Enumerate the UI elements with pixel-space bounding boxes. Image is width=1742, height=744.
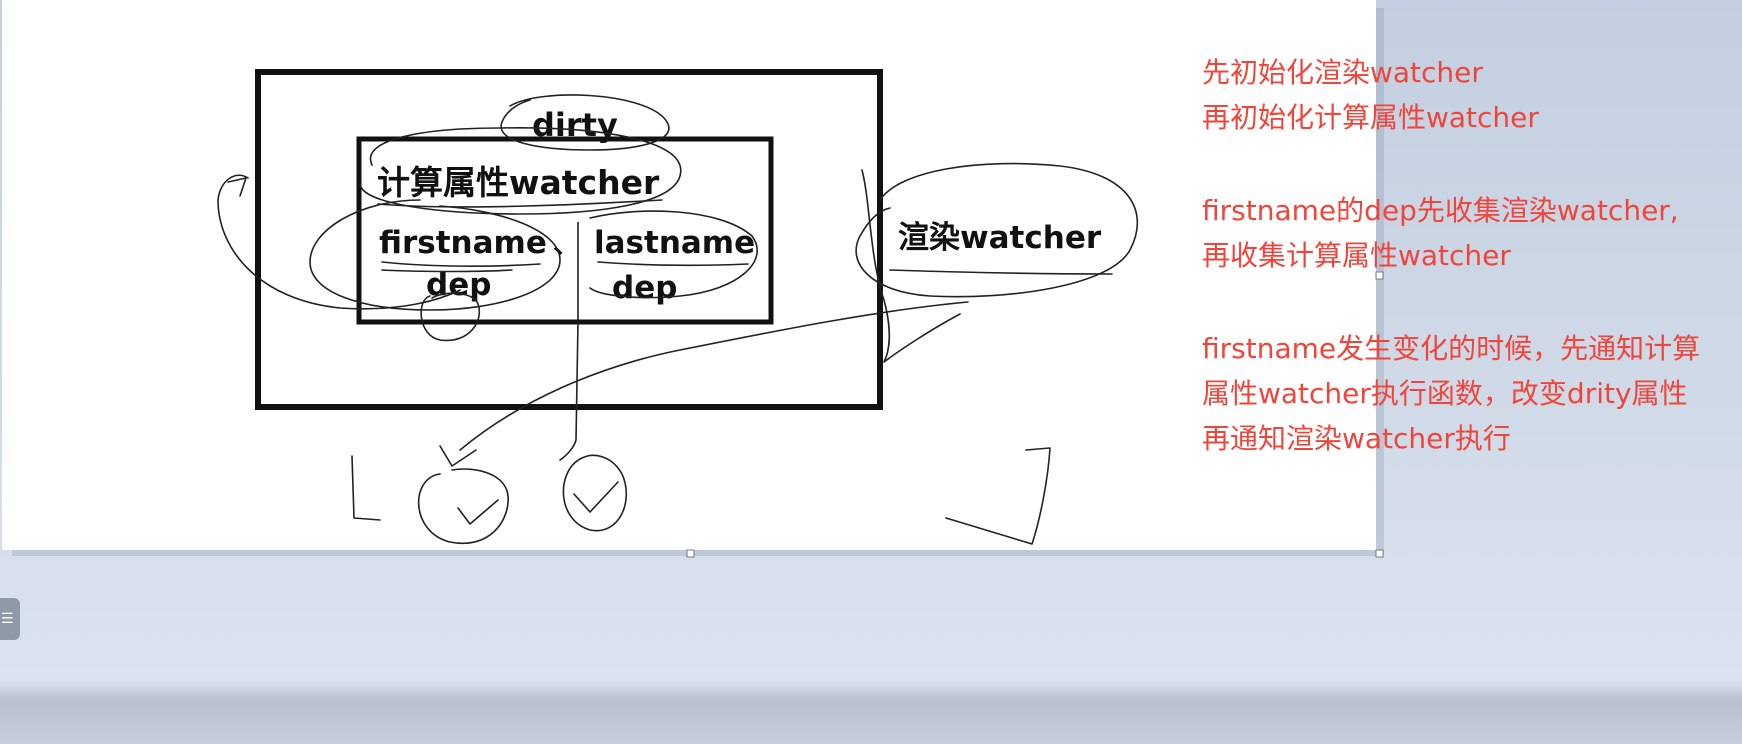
- render-watcher-label: 渲染watcher: [898, 220, 1102, 256]
- computed-watcher-label: 计算属性watcher: [377, 163, 660, 202]
- bottom-check-mark: [457, 499, 499, 525]
- handwritten-annotations: [217, 94, 1139, 545]
- note-spacer-2: [1202, 278, 1742, 326]
- bottom-check-mark-right: [573, 481, 619, 513]
- render-watcher-tail: [861, 169, 961, 363]
- notes-text-box[interactable]: 先初始化渲染watcher 再初始化计算属性watcher firstname的…: [1202, 50, 1742, 461]
- note-line-5: firstname发生变化的时候，先通知计算: [1202, 332, 1701, 365]
- resize-handle-bottom-center[interactable]: [686, 549, 695, 558]
- bottom-check-circle-right: [562, 454, 627, 532]
- note-line-1: 先初始化渲染watcher: [1202, 56, 1483, 89]
- firstname-dep-label: dep: [426, 267, 491, 303]
- lastname-dep-label: dep: [612, 270, 677, 306]
- bottom-check-circle: [417, 468, 509, 545]
- render-watcher-underline: [889, 269, 1113, 275]
- list-icon: ☰: [1, 611, 14, 627]
- connector-down-divider: [559, 321, 579, 461]
- editor-canvas: dirty 计算属性watcher firstname 、 lastname d…: [0, 0, 1742, 744]
- resize-handle-bottom-right[interactable]: [1375, 549, 1384, 558]
- note-spacer-1: [1202, 140, 1742, 188]
- left-arrow-tip: [227, 177, 247, 197]
- bottom-bracket: [351, 455, 381, 521]
- note-line-6: 属性watcher执行函数，改变drity属性: [1202, 377, 1688, 410]
- bottom-tick: [439, 445, 477, 467]
- bottom-right-bracket: [945, 447, 1051, 545]
- dirty-label: dirty: [532, 106, 618, 144]
- firstname-label: firstname: [379, 225, 547, 261]
- note-line-7: 再通知渲染watcher执行: [1202, 422, 1511, 455]
- note-line-3: firstname的dep先收集渲染watcher,: [1202, 194, 1679, 227]
- lastname-label: lastname: [594, 225, 755, 261]
- side-panel-tab[interactable]: ☰: [0, 598, 20, 640]
- lastname-underline: [597, 261, 749, 267]
- note-line-4: 再收集计算属性watcher: [1202, 239, 1511, 272]
- firstname-underline: [381, 261, 541, 267]
- separator-mark: 、: [553, 230, 579, 260]
- note-line-2: 再初始化计算属性watcher: [1202, 101, 1539, 134]
